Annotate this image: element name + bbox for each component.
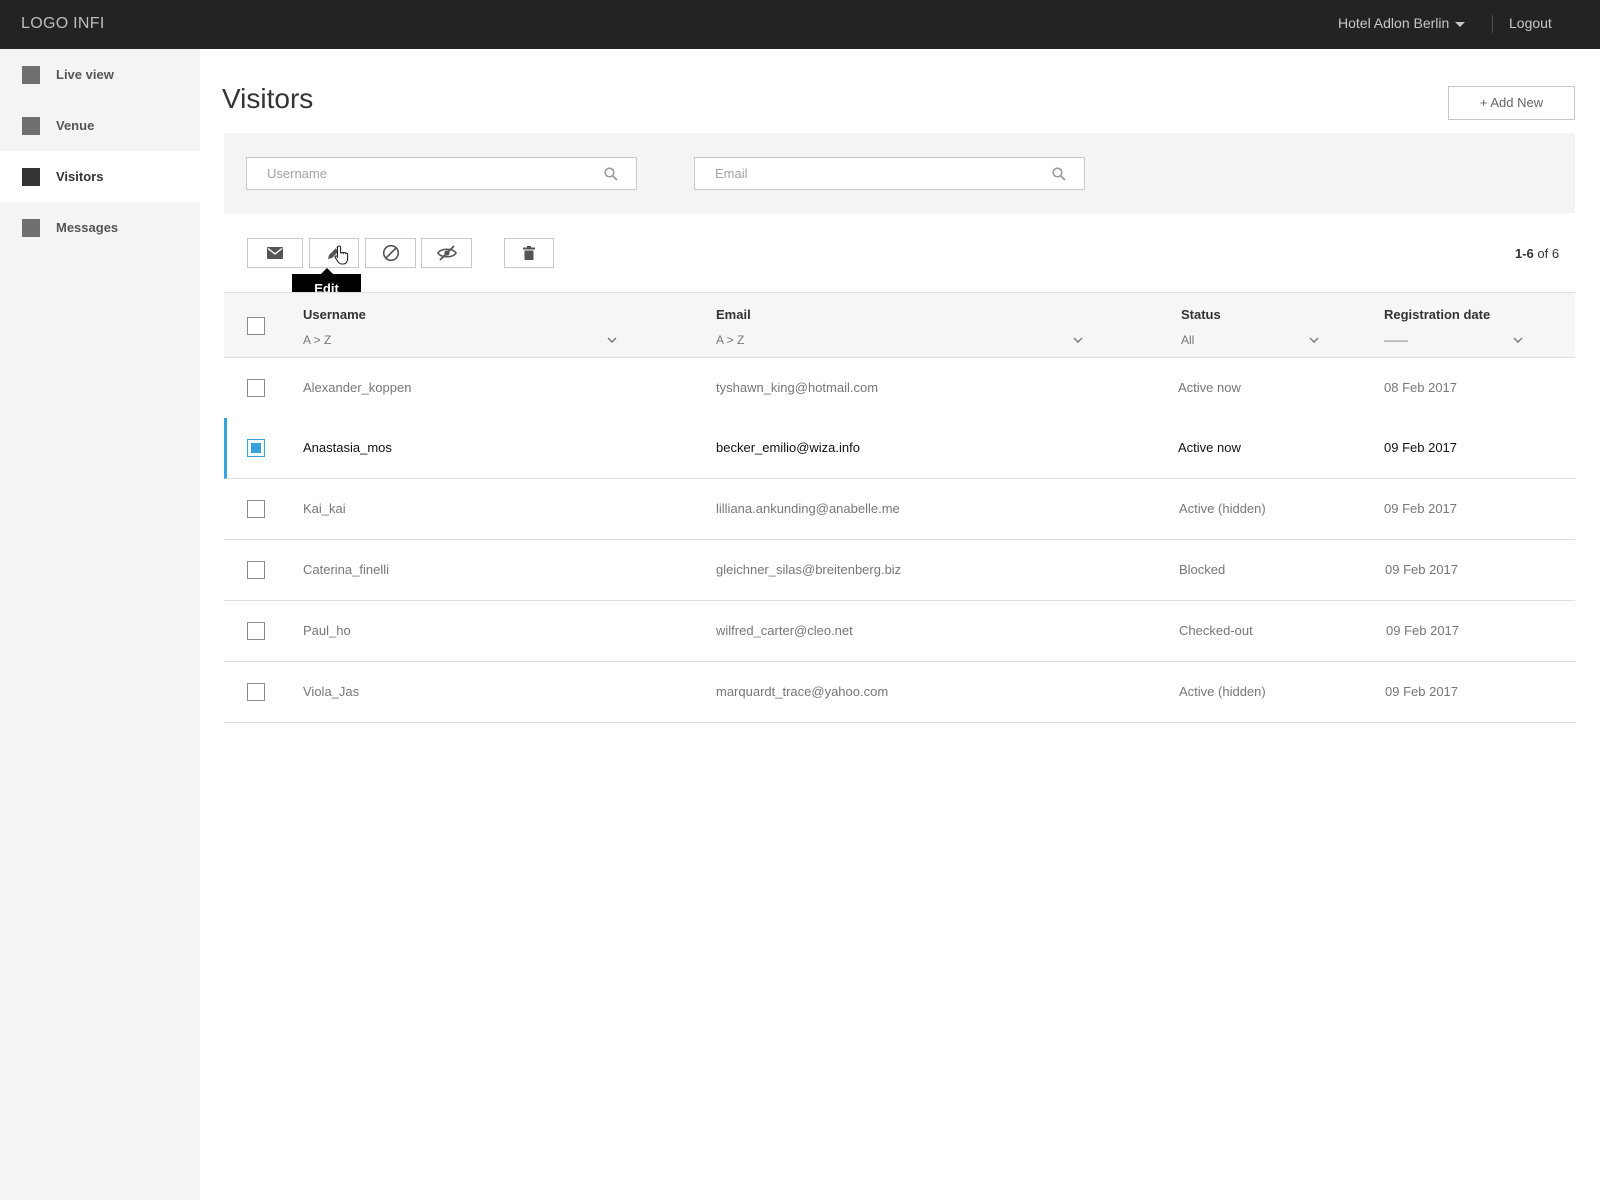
- status-cell: Active (hidden): [1179, 684, 1266, 699]
- page-title: Visitors: [222, 83, 314, 114]
- logout-link[interactable]: Logout: [1509, 15, 1552, 31]
- row-checkbox[interactable]: [247, 561, 265, 579]
- email-search: [694, 157, 1085, 190]
- username-sort-select[interactable]: A > Z: [303, 333, 331, 347]
- username-cell: Paul_ho: [303, 623, 351, 638]
- venue-dropdown[interactable]: Hotel Adlon Berlin: [1338, 15, 1466, 31]
- email-cell: wilfred_carter@cleo.net: [716, 623, 853, 638]
- pager-range: 1-6: [1515, 246, 1534, 261]
- row-checkbox[interactable]: [247, 500, 265, 518]
- hand-cursor-icon: [334, 245, 349, 265]
- square-icon: [22, 167, 40, 186]
- username-cell: Kai_kai: [303, 501, 346, 516]
- date-cell: 09 Feb 2017: [1385, 684, 1459, 699]
- date-cell: 09 Feb 2017: [1386, 623, 1460, 638]
- column-header-status[interactable]: Status: [1181, 307, 1221, 322]
- email-sort-select[interactable]: A > Z: [716, 333, 744, 347]
- date-filter-select[interactable]: ——: [1384, 333, 1408, 347]
- sidebar-item-label: Messages: [56, 220, 119, 235]
- eye-slash-icon: [436, 245, 457, 261]
- filter-bar: [224, 133, 1575, 213]
- add-new-button[interactable]: + Add New: [1448, 86, 1575, 120]
- status-cell: Checked-out: [1179, 623, 1253, 638]
- square-icon: [22, 116, 40, 135]
- square-icon: [22, 218, 40, 237]
- sidebar-item-label: Venue: [56, 118, 95, 133]
- chevron-down-icon[interactable]: [607, 336, 617, 344]
- top-bar: LOGO INFI Hotel Adlon Berlin Logout: [0, 0, 1600, 49]
- date-cell: 08 Feb 2017: [1384, 380, 1458, 395]
- table-row[interactable]: Anastasia_mos becker_emilio@wiza.info Ac…: [224, 418, 1575, 479]
- table-row[interactable]: Alexander_koppen tyshawn_king@hotmail.co…: [224, 358, 1575, 419]
- email-cell: lilliana.ankunding@anabelle.me: [716, 501, 900, 516]
- caret-down-icon: [1455, 21, 1466, 27]
- venue-name: Hotel Adlon Berlin: [1338, 15, 1450, 31]
- date-cell: 09 Feb 2017: [1384, 501, 1458, 516]
- table-row[interactable]: Kai_kai lilliana.ankunding@anabelle.me A…: [224, 479, 1575, 540]
- row-checkbox[interactable]: [247, 622, 265, 640]
- envelope-icon: [267, 247, 283, 259]
- row-checkbox[interactable]: [247, 379, 265, 397]
- chevron-down-icon[interactable]: [1073, 336, 1083, 344]
- trash-icon: [523, 246, 535, 260]
- status-filter-select[interactable]: All: [1181, 333, 1194, 347]
- row-checkbox[interactable]: [247, 439, 265, 457]
- email-cell: marquardt_trace@yahoo.com: [716, 684, 889, 699]
- logo: LOGO INFI: [21, 15, 105, 32]
- select-all-checkbox[interactable]: [247, 317, 265, 335]
- search-icon[interactable]: [604, 167, 618, 181]
- email-cell: gleichner_silas@breitenberg.biz: [716, 562, 902, 577]
- username-search: [246, 157, 637, 190]
- email-cell: becker_emilio@wiza.info: [716, 440, 860, 455]
- message-button[interactable]: [247, 238, 303, 268]
- table-header: Username A > Z Email A > Z Status All Re…: [224, 292, 1575, 358]
- username-search-input[interactable]: [247, 158, 577, 189]
- email-cell: tyshawn_king@hotmail.com: [716, 380, 879, 395]
- sidebar-item-label: Live view: [56, 67, 114, 82]
- chevron-down-icon[interactable]: [1513, 336, 1523, 344]
- status-cell: Active now: [1178, 380, 1241, 395]
- square-icon: [22, 65, 40, 84]
- username-cell: Viola_Jas: [303, 684, 360, 699]
- pager-total: of 6: [1537, 246, 1560, 261]
- column-header-registration-date[interactable]: Registration date: [1384, 307, 1490, 322]
- table-row[interactable]: Paul_ho wilfred_carter@cleo.net Checked-…: [224, 601, 1575, 662]
- hide-button[interactable]: [421, 238, 472, 268]
- chevron-down-icon[interactable]: [1309, 336, 1319, 344]
- table-row[interactable]: Caterina_finelli gleichner_silas@breiten…: [224, 540, 1575, 601]
- date-cell: 09 Feb 2017: [1385, 562, 1459, 577]
- delete-button[interactable]: [504, 238, 554, 268]
- row-checkbox[interactable]: [247, 683, 265, 701]
- username-cell: Caterina_finelli: [303, 562, 389, 577]
- block-button[interactable]: [365, 238, 416, 268]
- table-row[interactable]: Viola_Jas marquardt_trace@yahoo.com Acti…: [224, 662, 1575, 723]
- status-cell: Active (hidden): [1179, 501, 1266, 516]
- date-cell: 09 Feb 2017: [1384, 440, 1458, 455]
- column-header-email[interactable]: Email: [716, 307, 751, 322]
- sidebar-item-label: Visitors: [56, 169, 104, 184]
- status-cell: Blocked: [1179, 562, 1226, 577]
- sidebar-item-messages[interactable]: Messages: [0, 202, 200, 253]
- sidebar-item-live-view[interactable]: Live view: [0, 49, 200, 100]
- status-cell: Active now: [1178, 440, 1241, 455]
- sidebar-item-venue[interactable]: Venue: [0, 100, 200, 151]
- pagination-info: 1-6 of 6: [1515, 246, 1559, 261]
- block-icon: [382, 244, 399, 262]
- username-cell: Anastasia_mos: [303, 440, 392, 455]
- search-icon[interactable]: [1052, 167, 1066, 181]
- divider: [1492, 15, 1493, 33]
- column-header-username[interactable]: Username: [303, 307, 366, 322]
- username-cell: Alexander_koppen: [303, 380, 412, 395]
- email-search-input[interactable]: [695, 158, 1025, 189]
- sidebar: Live view Venue Visitors Messages: [0, 49, 200, 1200]
- sidebar-item-visitors[interactable]: Visitors: [0, 151, 200, 202]
